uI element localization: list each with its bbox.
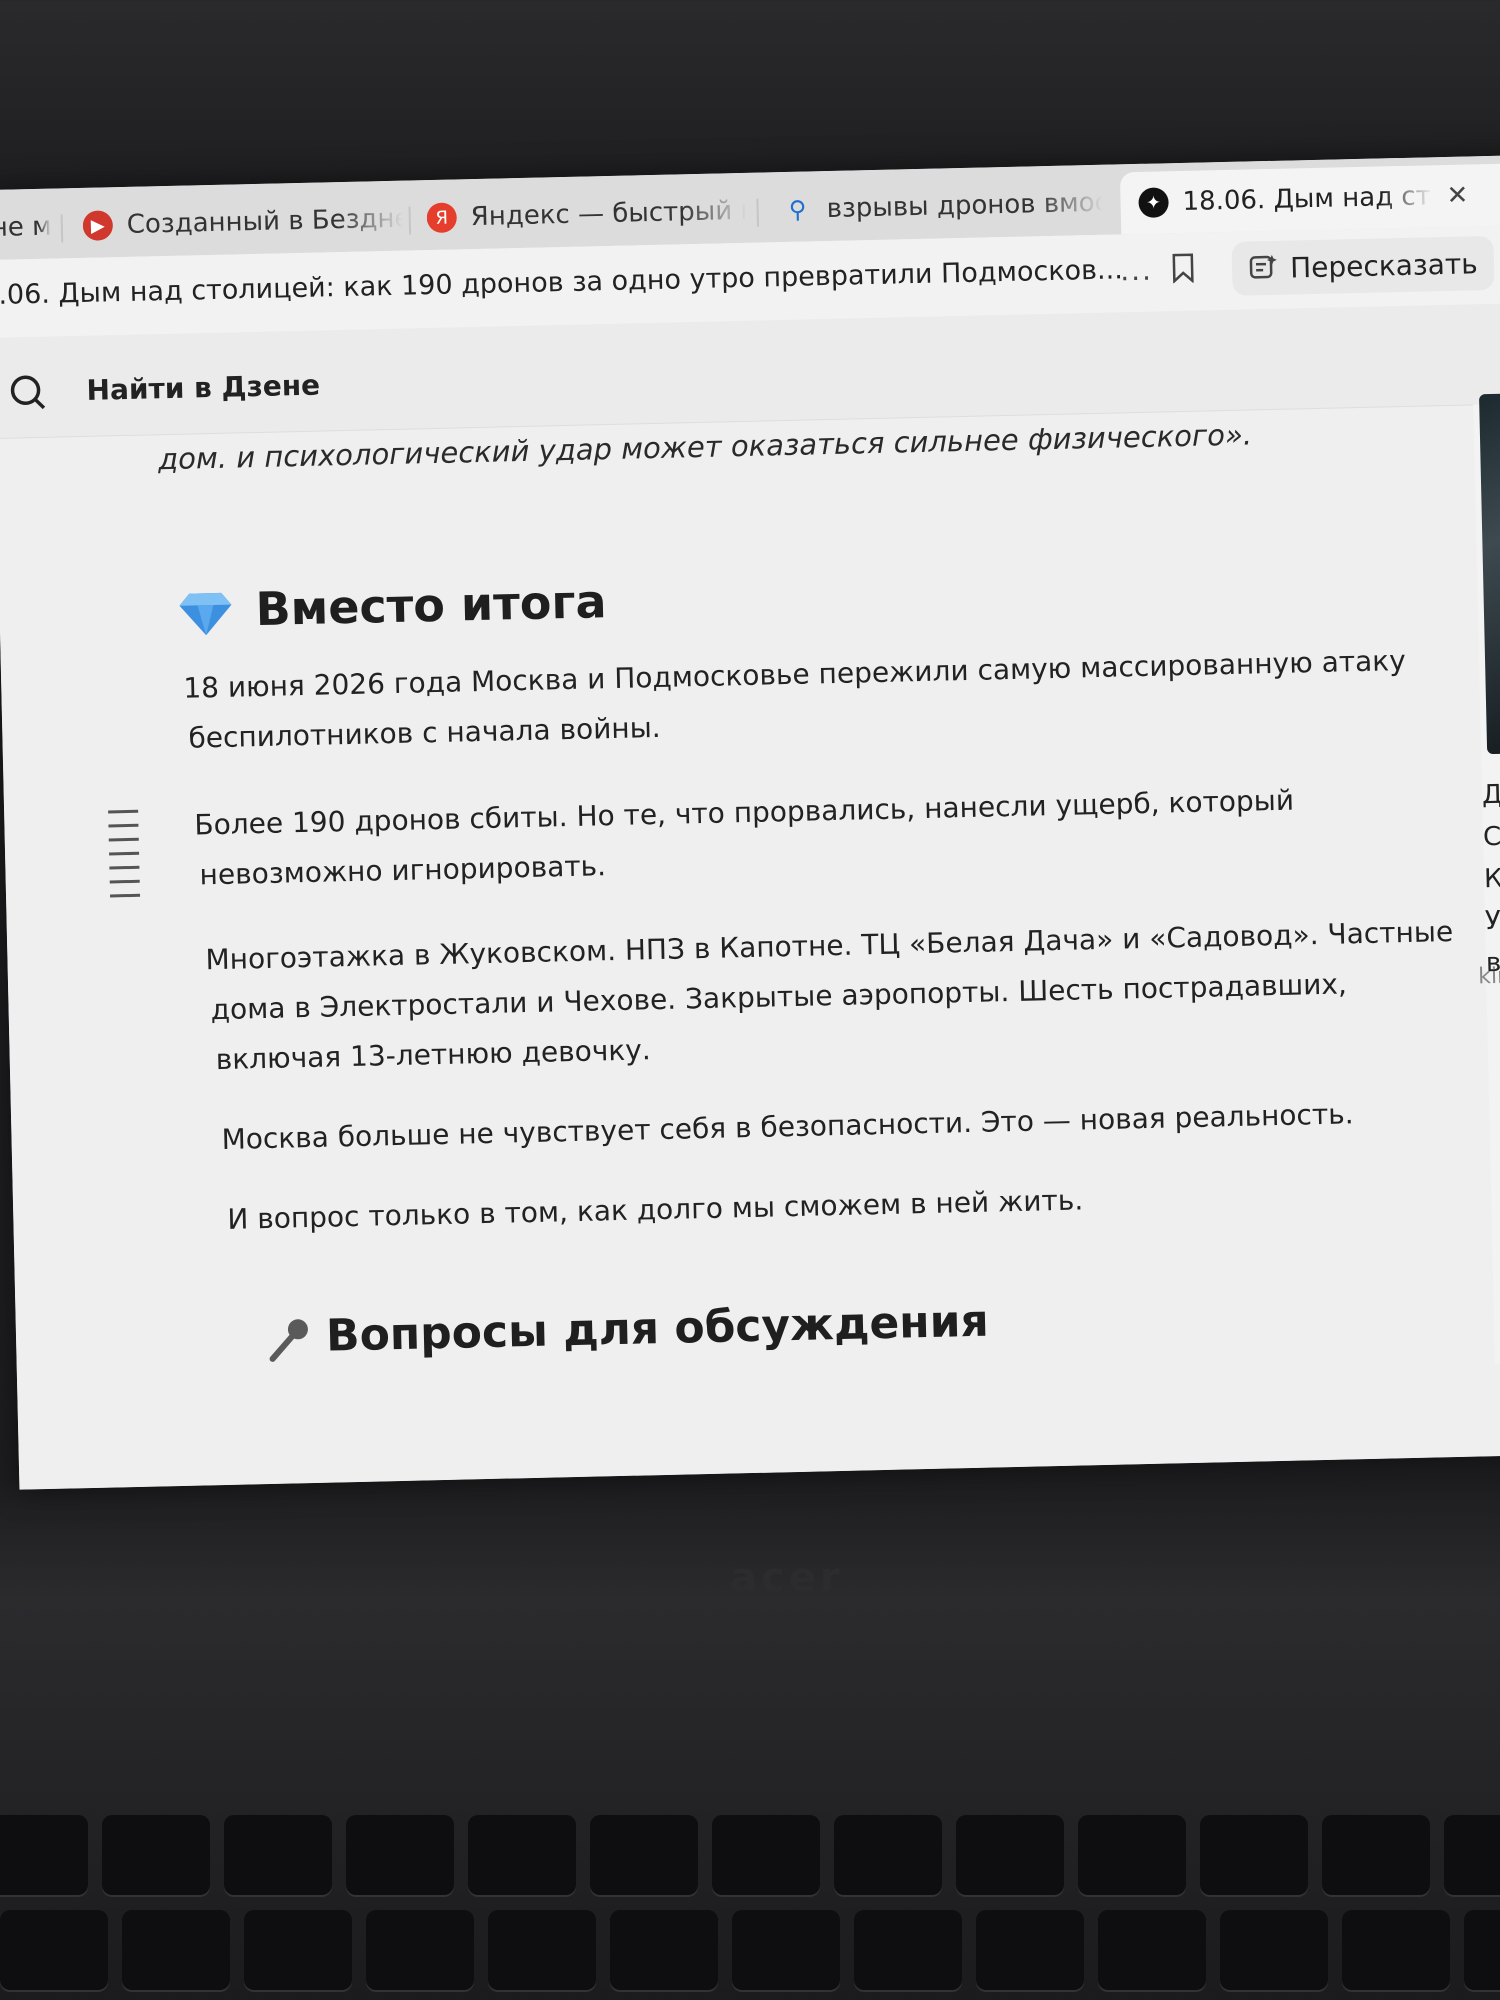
keyboard-key [244,1910,352,1990]
tab-2[interactable]: Я Яндекс — быстрый по [426,187,747,242]
page-title: .06. Дым над столицей: как 190 дронов за… [0,254,1124,311]
laptop-screen: не м ▶ Созданный в Бездне - Я Яндекс — б… [0,155,1500,1490]
yandex-browser-icon[interactable]: Y [755,1485,813,1490]
paragraph-line: дома в Электростали и Чехове. Закрытые а… [210,967,1348,1027]
section-heading-questions: Вопросы для обсуждения [325,1295,990,1362]
keyboard-key [0,1910,108,1990]
keyboard-key [1464,1910,1500,1990]
keyboard-key [834,1815,942,1895]
laptop-brand-logo: acer [730,1555,844,1601]
page-content: Найти в Дзене дом. и психологический уда… [0,303,1500,1490]
keyboard-key [1200,1815,1308,1895]
paragraph-line: Москва больше не чувствует себя в безопа… [221,1097,1354,1156]
bookmark-icon[interactable] [1172,253,1195,284]
section-heading-summary: Вместо итога [254,574,608,637]
keyboard-key [1098,1910,1206,1990]
search-icon [10,375,46,410]
sidebar-source: kin [1477,963,1500,990]
text-ruler-marks [108,809,141,909]
keyboard-key [732,1910,840,1990]
paragraph-line: Многоэтажка в Жуковском. НПЗ в Капотне. … [205,915,1454,977]
paragraph-line: невозможно игнорировать. [199,849,607,892]
paragraph-line: Более 190 дронов сбиты. Но те, что прорв… [194,783,1295,842]
keyboard-key [224,1815,332,1895]
b-app-icon[interactable]: B [611,1488,669,1490]
article-body: дом. и психологический удар может оказат… [0,405,1477,1398]
paragraph-line: беспилотников с начала войны. [188,710,661,755]
video-play-icon: ▶ [82,210,114,241]
mic-icon[interactable]: 🎙 [1451,1470,1488,1490]
keyboard-key [1342,1910,1450,1990]
keyboard-key [956,1815,1064,1895]
chrome-icon[interactable] [827,1484,885,1490]
keyboard-key [0,1815,88,1895]
keyboard-key [976,1910,1084,1990]
tab-1[interactable]: ▶ Созданный в Бездне - [82,195,403,250]
laptop-keyboard [0,1815,1500,2000]
retell-button[interactable]: Пересказать [1231,235,1495,296]
tab-label: Созданный в Бездне - [126,203,404,240]
keyboard-key [468,1815,576,1895]
paragraph-line: 18 июня 2026 года Москва и Подмосковье п… [182,644,1407,705]
tab-active[interactable]: ✦ 18.06. Дым над стол ✕ [1119,163,1500,235]
search-icon: ⚲ [788,195,807,224]
paragraph-line: И вопрос только в том, как долго мы смож… [227,1183,1084,1236]
retell-label: Пересказать [1289,246,1479,285]
tab-label: не м [0,211,52,243]
keyboard-key [122,1910,230,1990]
search-label: Найти в Дзене [86,368,321,407]
microphone-icon [269,1319,308,1362]
keyboard-key [1322,1815,1430,1895]
tab-label: взрывы дронов вмоск [826,187,1104,225]
tab-0[interactable]: не м [0,203,51,252]
more-options-icon[interactable]: ... [1120,254,1153,288]
tab-3[interactable]: ⚲ взрывы дронов вмоск [782,179,1104,234]
retell-icon [1249,254,1277,279]
keyboard-key [1078,1815,1186,1895]
diamond-icon [179,592,232,636]
keyboard-key [712,1815,820,1895]
chevron-up-icon[interactable]: ⌃ [1301,1474,1338,1489]
roblox-icon[interactable] [1043,1479,1101,1490]
opera-icon[interactable]: O [899,1482,957,1490]
game-icon[interactable] [683,1487,741,1490]
keyboard-key [1444,1815,1500,1895]
keyboard-key [590,1815,698,1895]
status-icon[interactable]: ● [1401,1471,1438,1489]
keyboard-key [610,1910,718,1990]
keyboard-key [366,1910,474,1990]
settings-icon[interactable] [971,1480,1029,1490]
more-apps-icon[interactable]: ... [1116,1478,1173,1490]
tab-label: Яндекс — быстрый по [470,195,748,233]
keyboard-key [1220,1910,1328,1990]
paragraph-line: включая 13-летнюю девочку. [215,1033,652,1077]
tab-label: 18.06. Дым над стол [1182,181,1433,217]
zen-icon: ✦ [1138,187,1169,218]
yandex-icon: Я [426,202,458,234]
cloud-icon[interactable]: ☁ [1351,1473,1388,1489]
taskbar: ⚲ЯBYO...⌃☁●🎙 [19,1454,1500,1490]
keyboard-key [346,1815,454,1895]
keyboard-key [854,1910,962,1990]
sidebar-text: Д С К У: в I [1481,779,1500,979]
keyboard-key [102,1815,210,1895]
keyboard-key [488,1910,596,1990]
close-tab-icon[interactable]: ✕ [1446,180,1468,210]
